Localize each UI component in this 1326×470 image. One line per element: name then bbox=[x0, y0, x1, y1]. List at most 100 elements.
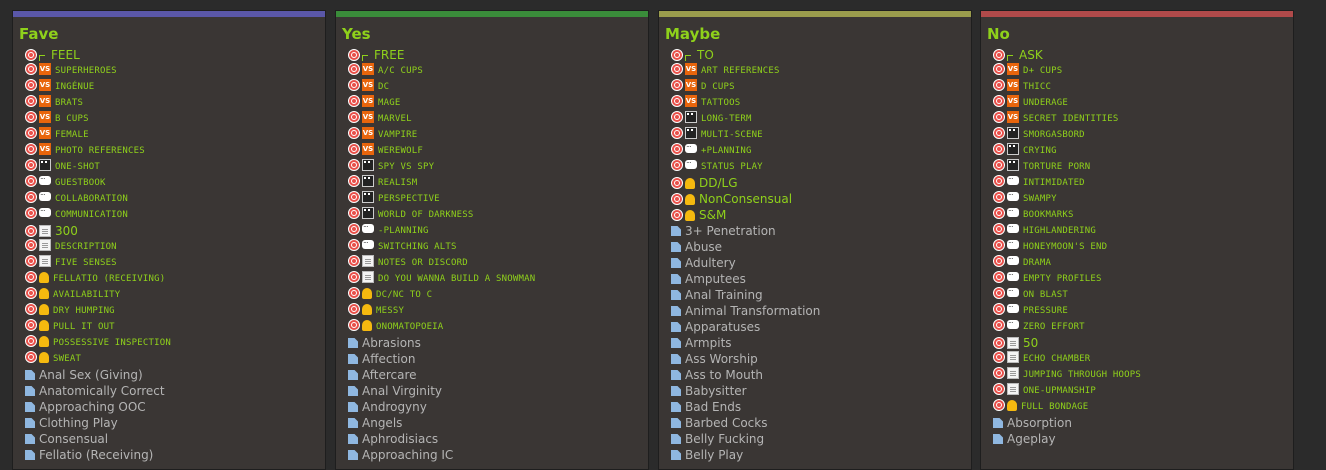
list-item[interactable]: 3+ Penetration bbox=[659, 223, 971, 239]
list-item[interactable]: Anatomically Correct bbox=[13, 383, 325, 399]
list-item[interactable]: VS D CUPS bbox=[659, 79, 971, 95]
list-item[interactable]: ECHO CHAMBER bbox=[981, 351, 1293, 367]
list-item[interactable]: Animal Transformation bbox=[659, 303, 971, 319]
list-item[interactable]: ZERO EFFORT bbox=[981, 315, 1293, 335]
list-item[interactable]: FULL BONDAGE bbox=[981, 399, 1293, 415]
list-item[interactable]: Consensual bbox=[13, 431, 325, 447]
list-item[interactable]: -PLANNING bbox=[336, 219, 648, 239]
list-item[interactable]: FREE bbox=[336, 47, 648, 63]
list-item[interactable]: DO YOU WANNA BUILD A SNOWMAN bbox=[336, 271, 648, 287]
list-item[interactable]: Amputees bbox=[659, 271, 971, 287]
list-item[interactable]: DRY HUMPING bbox=[13, 303, 325, 319]
list-item[interactable]: Anal Sex (Giving) bbox=[13, 367, 325, 383]
list-item[interactable]: INTIMIDATED bbox=[981, 171, 1293, 191]
list-item[interactable]: EMPTY PROFILES bbox=[981, 267, 1293, 287]
list-item[interactable]: Belly Play bbox=[659, 447, 971, 463]
list-item[interactable]: SMORGASBORD bbox=[981, 127, 1293, 143]
list-item[interactable]: NOTES OR DISCORD bbox=[336, 255, 648, 271]
list-item[interactable]: VS INGÉNUE bbox=[13, 79, 325, 95]
list-item[interactable]: S&M bbox=[659, 207, 971, 223]
list-item[interactable]: POSSESSIVE INSPECTION bbox=[13, 335, 325, 351]
list-item[interactable]: Angels bbox=[336, 415, 648, 431]
list-item[interactable]: VS BRATS bbox=[13, 95, 325, 111]
list-item[interactable]: Barbed Cocks bbox=[659, 415, 971, 431]
list-item[interactable]: PERSPECTIVE bbox=[336, 191, 648, 207]
list-item[interactable]: Aphrodisiacs bbox=[336, 431, 648, 447]
list-item[interactable]: STATUS PLAY bbox=[659, 155, 971, 175]
list-item[interactable]: FEEL bbox=[13, 47, 325, 63]
list-item[interactable]: Approaching OOC bbox=[13, 399, 325, 415]
list-item[interactable]: CRYING bbox=[981, 143, 1293, 159]
list-item[interactable]: Fellatio (Receiving) bbox=[13, 447, 325, 463]
list-item[interactable]: VS MAGE bbox=[336, 95, 648, 111]
list-item[interactable]: VS B CUPS bbox=[13, 111, 325, 127]
list-item[interactable]: VS PHOTO REFERENCES bbox=[13, 143, 325, 159]
list-item[interactable]: Bad Ends bbox=[659, 399, 971, 415]
list-item[interactable]: VS TATTOOS bbox=[659, 95, 971, 111]
list-item[interactable]: BOOKMARKS bbox=[981, 203, 1293, 223]
list-item[interactable]: ONE-SHOT bbox=[13, 159, 325, 175]
list-item[interactable]: VS SECRET IDENTITIES bbox=[981, 111, 1293, 127]
list-item[interactable]: VS FEMALE bbox=[13, 127, 325, 143]
list-item[interactable]: DESCRIPTION bbox=[13, 239, 325, 255]
list-item[interactable]: VS MARVEL bbox=[336, 111, 648, 127]
list-item[interactable]: AVAILABILITY bbox=[13, 287, 325, 303]
list-item[interactable]: 300 bbox=[13, 223, 325, 239]
list-item[interactable]: Affection bbox=[336, 351, 648, 367]
list-item[interactable]: HIGHLANDERING bbox=[981, 219, 1293, 239]
list-item[interactable]: VS D+ CUPS bbox=[981, 63, 1293, 79]
list-item[interactable]: ONOMATOPOEIA bbox=[336, 319, 648, 335]
list-item[interactable]: 50 bbox=[981, 335, 1293, 351]
list-item[interactable]: ASK bbox=[981, 47, 1293, 63]
list-item[interactable]: SPY VS SPY bbox=[336, 159, 648, 175]
list-item[interactable]: VS SUPERHEROES bbox=[13, 63, 325, 79]
list-item[interactable]: Babysitter bbox=[659, 383, 971, 399]
list-item[interactable]: Aftercare bbox=[336, 367, 648, 383]
list-item[interactable]: DRAMA bbox=[981, 251, 1293, 271]
list-item[interactable]: TORTURE PORN bbox=[981, 159, 1293, 175]
list-item[interactable]: VS WEREWOLF bbox=[336, 143, 648, 159]
list-item[interactable]: PULL IT OUT bbox=[13, 319, 325, 335]
list-item[interactable]: Armpits bbox=[659, 335, 971, 351]
list-item[interactable]: REALISM bbox=[336, 175, 648, 191]
list-item[interactable]: Belly Fucking bbox=[659, 431, 971, 447]
list-item[interactable]: VS ART REFERENCES bbox=[659, 63, 971, 79]
list-item[interactable]: SWITCHING ALTS bbox=[336, 235, 648, 255]
list-item[interactable]: Ageplay bbox=[981, 431, 1293, 447]
list-item[interactable]: Apparatuses bbox=[659, 319, 971, 335]
list-item[interactable]: VS A/C CUPS bbox=[336, 63, 648, 79]
list-item[interactable]: DD/LG bbox=[659, 175, 971, 191]
list-item[interactable]: Clothing Play bbox=[13, 415, 325, 431]
list-item[interactable]: VS VAMPIRE bbox=[336, 127, 648, 143]
list-item[interactable]: GUESTBOOK bbox=[13, 171, 325, 191]
list-item[interactable]: +PLANNING bbox=[659, 139, 971, 159]
list-item[interactable]: COMMUNICATION bbox=[13, 203, 325, 223]
list-item[interactable]: VS DC bbox=[336, 79, 648, 95]
list-item[interactable]: Abrasions bbox=[336, 335, 648, 351]
list-item[interactable]: Absorption bbox=[981, 415, 1293, 431]
list-item[interactable]: PRESSURE bbox=[981, 299, 1293, 319]
list-item[interactable]: Abuse bbox=[659, 239, 971, 255]
list-item[interactable]: ONE-UPMANSHIP bbox=[981, 383, 1293, 399]
list-item[interactable]: Ass to Mouth bbox=[659, 367, 971, 383]
list-item[interactable]: HONEYMOON'S END bbox=[981, 235, 1293, 255]
list-item[interactable]: COLLABORATION bbox=[13, 187, 325, 207]
list-item[interactable]: SWEAT bbox=[13, 351, 325, 367]
list-item[interactable]: FELLATIO (RECEIVING) bbox=[13, 271, 325, 287]
list-item[interactable]: WORLD OF DARKNESS bbox=[336, 207, 648, 223]
list-item[interactable]: Anal Training bbox=[659, 287, 971, 303]
list-item[interactable]: Anal Virginity bbox=[336, 383, 648, 399]
list-item[interactable]: JUMPING THROUGH HOOPS bbox=[981, 367, 1293, 383]
list-item[interactable]: TO bbox=[659, 47, 971, 63]
list-item[interactable]: SWAMPY bbox=[981, 187, 1293, 207]
list-item[interactable]: Adultery bbox=[659, 255, 971, 271]
list-item[interactable]: Androgyny bbox=[336, 399, 648, 415]
list-item[interactable]: ON BLAST bbox=[981, 283, 1293, 303]
list-item[interactable]: FIVE SENSES bbox=[13, 255, 325, 271]
list-item[interactable]: LONG-TERM bbox=[659, 111, 971, 127]
list-item[interactable]: DC/NC TO C bbox=[336, 287, 648, 303]
list-item[interactable]: NonConsensual bbox=[659, 191, 971, 207]
list-item[interactable]: Ass Worship bbox=[659, 351, 971, 367]
list-item[interactable]: VS UNDERAGE bbox=[981, 95, 1293, 111]
list-item[interactable]: MULTI-SCENE bbox=[659, 127, 971, 143]
